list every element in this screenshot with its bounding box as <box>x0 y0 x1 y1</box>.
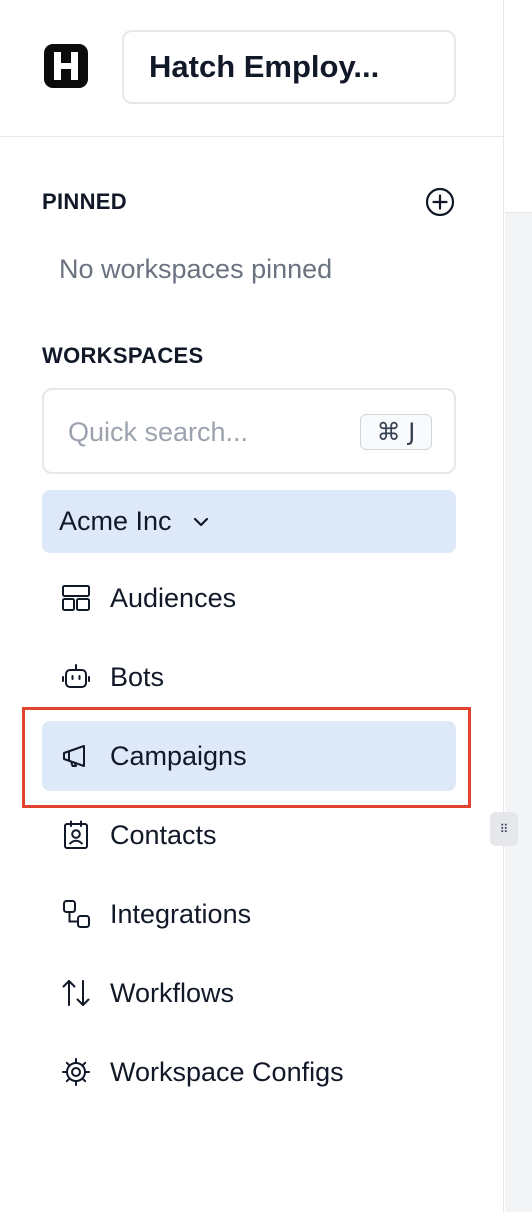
sidebar-resize-handle[interactable]: ⠿ <box>490 812 518 846</box>
keyboard-shortcut-badge: ⌘ J <box>360 414 432 450</box>
nav-item-bots[interactable]: Bots <box>42 642 456 712</box>
chevron-down-icon <box>193 517 208 526</box>
organization-name: Hatch Employ... <box>149 49 380 84</box>
gear-icon <box>60 1056 92 1088</box>
nav-item-audiences[interactable]: Audiences <box>42 563 456 633</box>
nav-item-label: Campaigns <box>110 740 247 771</box>
nav-item-label: Integrations <box>110 898 252 929</box>
nav-item-campaigns[interactable]: Campaigns <box>42 721 456 791</box>
nav-item-workspace-configs[interactable]: Workspace Configs <box>42 1037 456 1107</box>
nav-item-integrations[interactable]: Integrations <box>42 879 456 949</box>
organization-switcher[interactable]: Hatch Employ... <box>122 30 456 104</box>
selected-workspace-name: Acme Inc <box>59 506 172 536</box>
hatch-logo-icon[interactable] <box>42 42 90 90</box>
main-content-edge <box>505 0 532 1212</box>
arrows-up-down-icon <box>60 977 92 1009</box>
workspace-search-box: ⌘ J <box>42 388 456 474</box>
nav-item-label: Bots <box>110 661 165 692</box>
nav-item-workflows[interactable]: Workflows <box>42 958 456 1028</box>
nav-item-contacts[interactable]: Contacts <box>42 800 456 870</box>
sidebar: Hatch Employ... PINNED No workspaces pin… <box>0 0 504 1212</box>
workspaces-section-title: WORKSPACES <box>42 343 204 368</box>
main-content-background <box>505 212 532 1212</box>
nav-item-label: Workspace Configs <box>110 1056 344 1087</box>
nav-item-label: Contacts <box>110 819 217 850</box>
sidebar-header: Hatch Employ... <box>0 0 504 137</box>
contact-card-icon <box>60 819 92 851</box>
workspace-search-input[interactable] <box>68 410 348 454</box>
integration-icon <box>60 898 92 930</box>
no-pinned-workspaces-text: No workspaces pinned <box>59 254 333 284</box>
pinned-section-title: PINNED <box>42 189 127 214</box>
nav-item-label: Workflows <box>110 977 235 1008</box>
megaphone-icon <box>60 740 92 772</box>
plus-circle-icon[interactable] <box>424 186 456 218</box>
workspace-selector[interactable]: Acme Inc <box>42 490 456 553</box>
nav-item-label: Audiences <box>110 582 237 613</box>
layout-icon <box>60 582 92 614</box>
drag-handle-icon: ⠿ <box>499 822 509 836</box>
bot-icon <box>60 661 92 693</box>
